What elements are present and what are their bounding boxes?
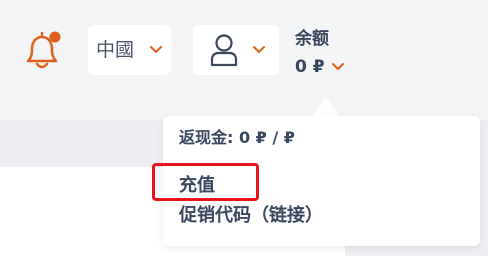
dropdown-pointer <box>312 98 340 116</box>
promo-code-link[interactable]: 促销代码（链接） <box>179 205 323 227</box>
language-label: 中國 <box>96 39 135 61</box>
chevron-down-icon <box>331 63 344 70</box>
chevron-down-icon <box>253 46 265 53</box>
chevron-down-icon <box>150 46 162 53</box>
notification-badge <box>49 31 61 43</box>
balance-dropdown-toggle[interactable]: 余额 0 ₽ <box>295 29 344 77</box>
language-selector[interactable]: 中國 <box>88 25 171 75</box>
cashback-info: 返现金: 0 ₽ / ₽ <box>179 128 295 147</box>
user-icon <box>210 34 238 67</box>
notification-button[interactable] <box>22 30 64 74</box>
user-menu-button[interactable] <box>193 25 279 75</box>
balance-amount-row: 0 ₽ <box>295 57 344 77</box>
balance-amount: 0 ₽ <box>295 57 325 77</box>
top-up-link[interactable]: 充值 <box>179 175 215 197</box>
bell-icon <box>26 31 61 69</box>
balance-title: 余额 <box>295 29 329 49</box>
